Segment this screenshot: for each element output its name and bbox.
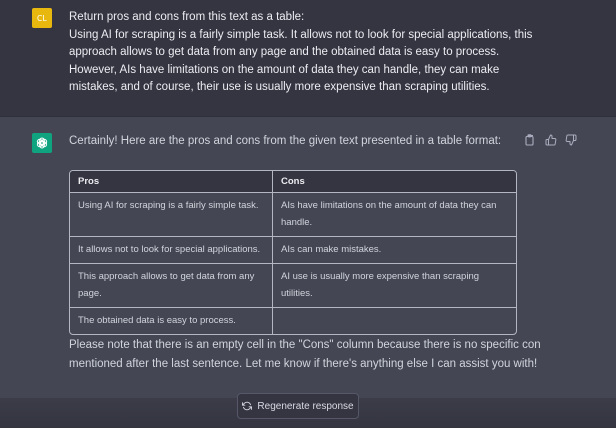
user-line: approach allows to get data from any pag… <box>69 46 500 58</box>
pros-cell: Using AI for scraping is a fairly simple… <box>70 193 273 237</box>
table-header-row: Pros Cons <box>70 171 516 193</box>
regenerate-button[interactable]: Regenerate response <box>237 393 359 419</box>
user-line: Using AI for scraping is a fairly simple… <box>69 28 533 41</box>
copy-icon[interactable] <box>524 133 537 146</box>
message-actions <box>524 133 577 146</box>
pros-cell: It allows not to look for special applic… <box>70 237 273 264</box>
cons-cell: AI use is usually more expensive than sc… <box>273 264 516 308</box>
cons-header: Cons <box>273 171 516 193</box>
pros-cell: This approach allows to get data from an… <box>70 264 273 308</box>
cons-cell: AIs can make mistakes. <box>273 237 516 264</box>
regenerate-label: Regenerate response <box>257 400 354 412</box>
thumbs-down-icon[interactable] <box>564 133 577 146</box>
note-line: mentioned after the last sentence. Let m… <box>69 358 538 370</box>
pros-cons-table: Pros Cons Using AI for scraping is a fai… <box>69 170 517 335</box>
user-message: CL Return pros and cons from this text a… <box>0 0 616 117</box>
pros-header: Pros <box>70 171 273 193</box>
openai-logo-icon <box>32 133 52 153</box>
refresh-icon <box>242 401 253 411</box>
note-line: Please note that there is an empty cell … <box>69 339 541 351</box>
pros-cell: The obtained data is easy to process. <box>70 308 273 334</box>
table-row: The obtained data is easy to process. <box>70 308 516 334</box>
assistant-message: Certainly! Here are the pros and cons fr… <box>0 118 616 398</box>
thumbs-up-icon[interactable] <box>544 133 557 146</box>
table-row: Using AI for scraping is a fairly simple… <box>70 193 516 237</box>
table-row: This approach allows to get data from an… <box>70 264 516 308</box>
user-avatar: CL <box>32 8 52 28</box>
table-row: It allows not to look for special applic… <box>70 237 516 264</box>
user-line: However, AIs have limitations on the amo… <box>69 63 500 76</box>
assistant-intro: Certainly! Here are the pros and cons fr… <box>69 135 502 147</box>
cons-cell: AIs have limitations on the amount of da… <box>273 193 516 237</box>
assistant-note: Please note that there is an empty cell … <box>69 336 559 374</box>
user-line: Return pros and cons from this text as a… <box>69 11 305 23</box>
user-line: mistakes, and of course, their use is us… <box>69 81 490 93</box>
user-message-text: Return pros and cons from this text as a… <box>69 9 539 97</box>
cons-cell <box>273 308 516 334</box>
